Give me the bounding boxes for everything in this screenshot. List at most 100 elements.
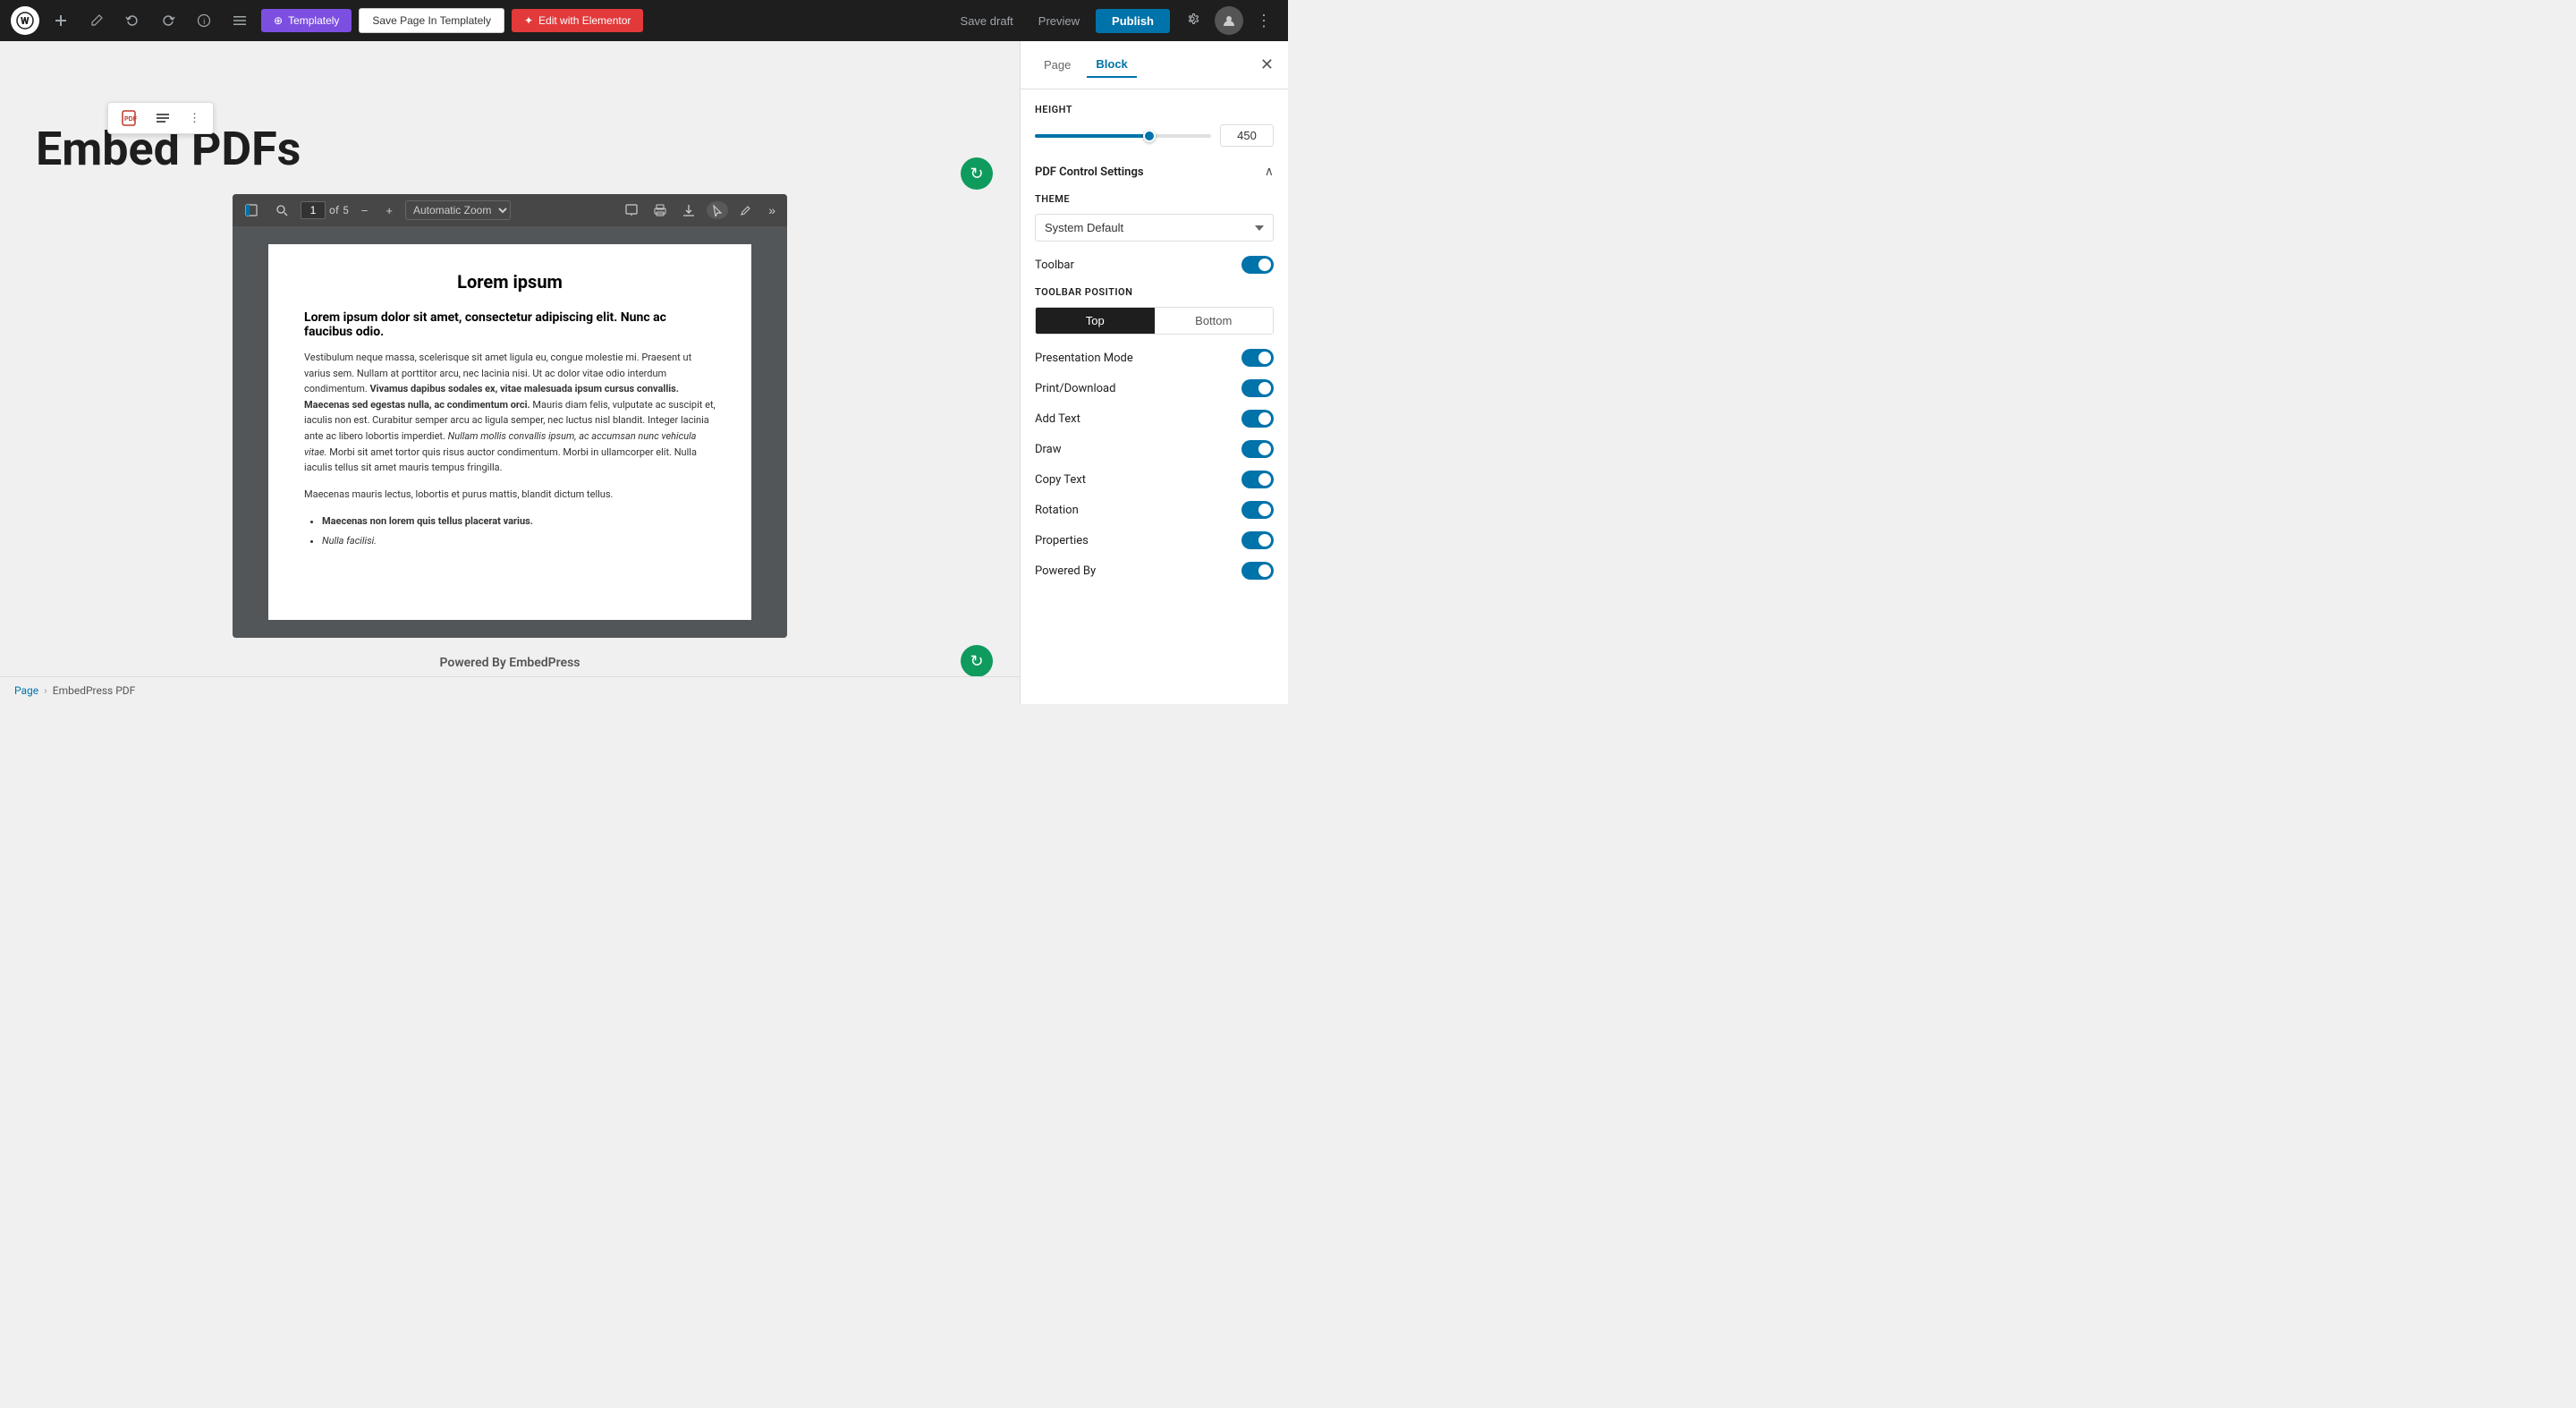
pdf-subheading: Lorem ipsum dolor sit amet, consectetur …: [304, 310, 716, 339]
align-icon-btn[interactable]: [148, 106, 178, 130]
pdf-list-item-1: Maecenas non lorem quis tellus placerat …: [322, 513, 716, 530]
svg-text:PDF: PDF: [124, 116, 137, 123]
menu-button[interactable]: [225, 8, 254, 33]
presentation-mode-row: Presentation Mode: [1035, 349, 1274, 367]
pdf-content: Lorem ipsum Lorem ipsum dolor sit amet, …: [233, 226, 787, 638]
pdf-page-input[interactable]: [301, 201, 326, 219]
rotation-toggle[interactable]: [1241, 501, 1274, 519]
breadcrumb-page[interactable]: Page: [14, 684, 38, 697]
chevron-up-icon[interactable]: ∧: [1265, 165, 1274, 179]
pdf-sidebar-btn[interactable]: [240, 201, 263, 219]
height-slider-track[interactable]: [1035, 134, 1211, 138]
height-label: HEIGHT: [1035, 104, 1274, 115]
pdf-list-item-2: Nulla facilisi.: [322, 532, 716, 550]
pdf-page: Lorem ipsum Lorem ipsum dolor sit amet, …: [268, 244, 751, 620]
copy-text-label: Copy Text: [1035, 473, 1086, 487]
pdf-control-title: PDF Control Settings: [1035, 165, 1144, 179]
save-draft-button[interactable]: Save draft: [952, 9, 1022, 33]
powered-by-toggle[interactable]: [1241, 562, 1274, 580]
theme-select[interactable]: System Default Dark Light: [1035, 214, 1274, 242]
properties-toggle[interactable]: [1241, 531, 1274, 549]
info-button[interactable]: i: [190, 8, 218, 33]
sidebar-body: HEIGHT 450 PDF Control Settings ∧ THEME: [1021, 89, 1288, 704]
pdf-page-total: 5: [343, 204, 349, 216]
toolbar-bottom-btn[interactable]: Bottom: [1155, 308, 1274, 334]
toolbar-position-label: TOOLBAR POSITION: [1035, 286, 1274, 298]
toolbar-top-btn[interactable]: Top: [1036, 308, 1155, 334]
height-slider-fill: [1035, 134, 1149, 138]
draw-label: Draw: [1035, 443, 1062, 456]
pdf-page-of: of: [329, 204, 339, 216]
right-sidebar: Page Block ✕ HEIGHT 450 PDF Control Se: [1020, 41, 1288, 704]
pdf-search-btn[interactable]: [270, 201, 293, 219]
height-slider-thumb[interactable]: [1143, 130, 1156, 142]
pdf-download-btn[interactable]: [678, 201, 699, 219]
preview-label: Preview: [1038, 14, 1080, 28]
rotation-row: Rotation: [1035, 501, 1274, 519]
settings-button[interactable]: [1177, 5, 1208, 37]
more-block-options-btn[interactable]: ⋮: [182, 107, 208, 129]
undo-button[interactable]: [118, 8, 147, 33]
toolbar-toggle-label: Toolbar: [1035, 259, 1074, 272]
properties-label: Properties: [1035, 534, 1089, 547]
templately-label: Templately: [288, 14, 339, 27]
tab-block[interactable]: Block: [1087, 52, 1136, 78]
content-area: PDF ⋮ Embed PDFs ↻ of 5: [0, 41, 1020, 704]
publish-button[interactable]: Publish: [1096, 9, 1170, 33]
pdf-list: Maecenas non lorem quis tellus placerat …: [304, 513, 716, 550]
toolbar-toggle[interactable]: [1241, 256, 1274, 274]
pdf-cursor-btn[interactable]: [707, 201, 728, 219]
presentation-mode-label: Presentation Mode: [1035, 352, 1133, 365]
pdf-page-title: Lorem ipsum: [304, 271, 716, 293]
wordpress-logo: W: [11, 6, 39, 35]
height-input[interactable]: 450: [1220, 124, 1274, 147]
sidebar-header: Page Block ✕: [1021, 41, 1288, 89]
add-text-row: Add Text: [1035, 410, 1274, 428]
elementor-icon: ✦: [524, 14, 533, 27]
breadcrumb-separator: ›: [44, 684, 47, 697]
save-page-templately-button[interactable]: Save Page In Templately: [359, 8, 504, 33]
add-block-button[interactable]: [47, 8, 75, 33]
theme-label: THEME: [1035, 193, 1274, 205]
powered-by-row: Powered By: [1035, 562, 1274, 580]
top-toolbar: W i ⊕ Templately Save Page In Templately…: [0, 0, 1288, 41]
pdf-toolbar: of 5 − + Automatic Zoom: [233, 194, 787, 226]
print-download-row: Print/Download: [1035, 379, 1274, 397]
reload-icon-bottom[interactable]: ↻: [961, 645, 993, 677]
edit-button[interactable]: [82, 8, 111, 33]
pdf-draw-btn[interactable]: [735, 201, 757, 219]
powered-by-label: Powered By: [1035, 564, 1096, 578]
reload-icon-top[interactable]: ↻: [961, 157, 993, 190]
templately-icon: ⊕: [274, 14, 283, 27]
toolbar-position-control: Top Bottom: [1035, 307, 1274, 335]
pdf-zoom-out-btn[interactable]: −: [356, 201, 374, 220]
preview-button[interactable]: Preview: [1030, 9, 1089, 33]
sidebar-close-button[interactable]: ✕: [1260, 55, 1274, 74]
templately-button[interactable]: ⊕ Templately: [261, 9, 352, 32]
tab-page[interactable]: Page: [1035, 53, 1080, 77]
pdf-present-btn[interactable]: [621, 201, 642, 219]
pdf-zoom-in-btn[interactable]: +: [380, 201, 398, 220]
pdf-zoom-select[interactable]: Automatic Zoom: [405, 200, 511, 220]
presentation-mode-toggle[interactable]: [1241, 349, 1274, 367]
draw-toggle[interactable]: [1241, 440, 1274, 458]
svg-text:W: W: [21, 15, 30, 27]
pdf-more-btn[interactable]: »: [764, 200, 780, 220]
height-section: HEIGHT 450: [1035, 104, 1274, 147]
rotation-label: Rotation: [1035, 504, 1079, 517]
pdf-page-controls: of 5: [301, 201, 349, 219]
print-download-toggle[interactable]: [1241, 379, 1274, 397]
edit-elementor-button[interactable]: ✦ Edit with Elementor: [512, 9, 643, 32]
redo-button[interactable]: [154, 8, 182, 33]
more-options-button[interactable]: ⋮: [1250, 6, 1277, 36]
block-toolbar: PDF ⋮: [107, 102, 214, 134]
svg-text:i: i: [203, 17, 205, 26]
add-text-toggle[interactable]: [1241, 410, 1274, 428]
user-avatar-button[interactable]: [1215, 6, 1243, 35]
copy-text-row: Copy Text: [1035, 471, 1274, 488]
copy-text-toggle[interactable]: [1241, 471, 1274, 488]
pdf-body3: Maecenas mauris lectus, lobortis et puru…: [304, 487, 716, 503]
pdf-print-btn[interactable]: [649, 201, 671, 219]
elementor-label: Edit with Elementor: [538, 14, 631, 27]
pdf-icon-btn[interactable]: PDF: [114, 106, 144, 130]
